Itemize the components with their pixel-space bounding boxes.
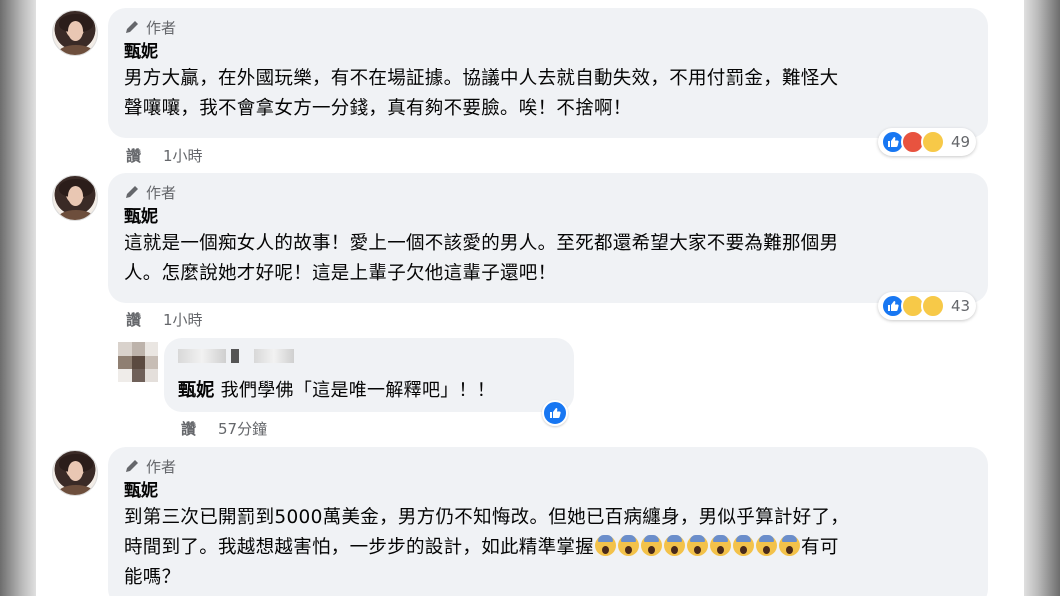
care-reaction-icon <box>921 294 945 318</box>
blurred-commenter-name[interactable] <box>178 348 560 370</box>
reaction-count: 43 <box>951 297 971 315</box>
reply-message: 我們學佛「這是唯一解釋吧」！！ <box>220 380 496 401</box>
comments-panel: 作者 甄妮 男方大贏，在外國玩樂，有不在場証據。協議中人去就自動失效，不用付罰金… <box>36 0 1024 596</box>
comment-text: 這就是一個痴女人的故事！愛上一個不該愛的男人。至死都還希望大家不要為難那個男 人… <box>124 229 974 289</box>
pencil-icon <box>126 186 138 198</box>
face-screaming-in-fear-emoji <box>664 535 686 556</box>
author-tag: 作者 <box>146 183 177 202</box>
pencil-icon <box>126 21 138 33</box>
comment-bubble: 作者 甄妮 到第三次已開罰到5000萬美金，男方仍不知悔改。但她已百病纏身，男似… <box>108 447 988 596</box>
author-tag: 作者 <box>146 18 177 37</box>
face-screaming-in-fear-emoji <box>710 535 732 556</box>
commenter-name[interactable]: 甄妮 <box>124 479 974 503</box>
comment-line: 聲嚷嚷，我不會拿女方一分錢，真有夠不要臉。唉！不捨啊！ <box>124 98 632 119</box>
face-screaming-in-fear-emoji <box>733 535 755 556</box>
timestamp[interactable]: 1小時 <box>163 145 203 166</box>
author-avatar[interactable] <box>52 175 98 221</box>
author-avatar[interactable] <box>52 10 98 56</box>
comment-line-part: 有可 <box>801 537 839 558</box>
like-button[interactable]: 讚 <box>126 145 141 166</box>
commenter-name[interactable]: 甄妮 <box>124 205 974 229</box>
author-badge: 作者 <box>124 16 974 38</box>
scream-emoji-row <box>594 535 801 558</box>
comment-line: 人。怎麼說她才好呢！這是上輩子欠他這輩子還吧！ <box>124 263 557 284</box>
author-badge: 作者 <box>124 455 974 477</box>
timestamp[interactable]: 57分鐘 <box>218 418 267 439</box>
comment-line: 到第三次已開罰到5000萬美金，男方仍不知悔改。但她已百病纏身，男似乎算計好了， <box>124 507 850 528</box>
face-screaming-in-fear-emoji <box>641 535 663 556</box>
comment-line-part: 時間到了。我越想越害怕，一步步的設計，如此精準掌握 <box>124 537 595 558</box>
author-badge: 作者 <box>124 181 974 203</box>
comment-text: 男方大贏，在外國玩樂，有不在場証據。協議中人去就自動失效，不用付罰金，難怪大 聲… <box>124 64 974 124</box>
reply-bubble: 甄妮 我們學佛「這是唯一解釋吧」！！ <box>164 338 574 412</box>
comment-bubble: 作者 甄妮 這就是一個痴女人的故事！愛上一個不該愛的男人。至死都還希望大家不要為… <box>108 173 988 303</box>
sad-reaction-icon <box>921 130 945 154</box>
author-avatar[interactable] <box>52 450 98 496</box>
comment-line: 這就是一個痴女人的故事！愛上一個不該愛的男人。至死都還希望大家不要為難那個男 <box>124 233 839 254</box>
face-screaming-in-fear-emoji <box>595 535 617 556</box>
mention-link[interactable]: 甄妮 <box>178 380 215 401</box>
comment-line: 時間到了。我越想越害怕，一步步的設計，如此精準掌握 有可 <box>124 533 974 563</box>
reply-text: 甄妮 我們學佛「這是唯一解釋吧」！！ <box>178 376 560 406</box>
timestamp[interactable]: 1小時 <box>163 309 203 330</box>
comment-actions: 讚 1小時 <box>126 145 203 166</box>
face-screaming-in-fear-emoji <box>756 535 778 556</box>
pencil-icon <box>126 460 138 472</box>
reply-actions: 讚 57分鐘 <box>181 418 267 439</box>
thumbs-up-icon[interactable] <box>542 400 568 426</box>
face-screaming-in-fear-emoji <box>618 535 640 556</box>
like-button[interactable]: 讚 <box>126 309 141 330</box>
author-tag: 作者 <box>146 457 177 476</box>
reaction-summary[interactable]: 43 <box>878 292 977 320</box>
face-screaming-in-fear-emoji <box>779 535 801 556</box>
left-blur-background <box>0 0 36 596</box>
comment-line: 能嗎？ <box>124 567 181 588</box>
comment-line: 男方大贏，在外國玩樂，有不在場証據。協議中人去就自動失效，不用付罰金，難怪大 <box>124 68 839 89</box>
reply-avatar-pixelated[interactable] <box>118 342 158 382</box>
commenter-name[interactable]: 甄妮 <box>124 40 974 64</box>
like-button[interactable]: 讚 <box>181 418 196 439</box>
reaction-count: 49 <box>951 133 971 151</box>
right-blur-background <box>1024 0 1060 596</box>
comment-text: 到第三次已開罰到5000萬美金，男方仍不知悔改。但她已百病纏身，男似乎算計好了，… <box>124 503 974 593</box>
comment-actions: 讚 1小時 <box>126 309 203 330</box>
face-screaming-in-fear-emoji <box>687 535 709 556</box>
comment-bubble: 作者 甄妮 男方大贏，在外國玩樂，有不在場証據。協議中人去就自動失效，不用付罰金… <box>108 8 988 138</box>
reaction-summary[interactable]: 49 <box>878 128 977 156</box>
